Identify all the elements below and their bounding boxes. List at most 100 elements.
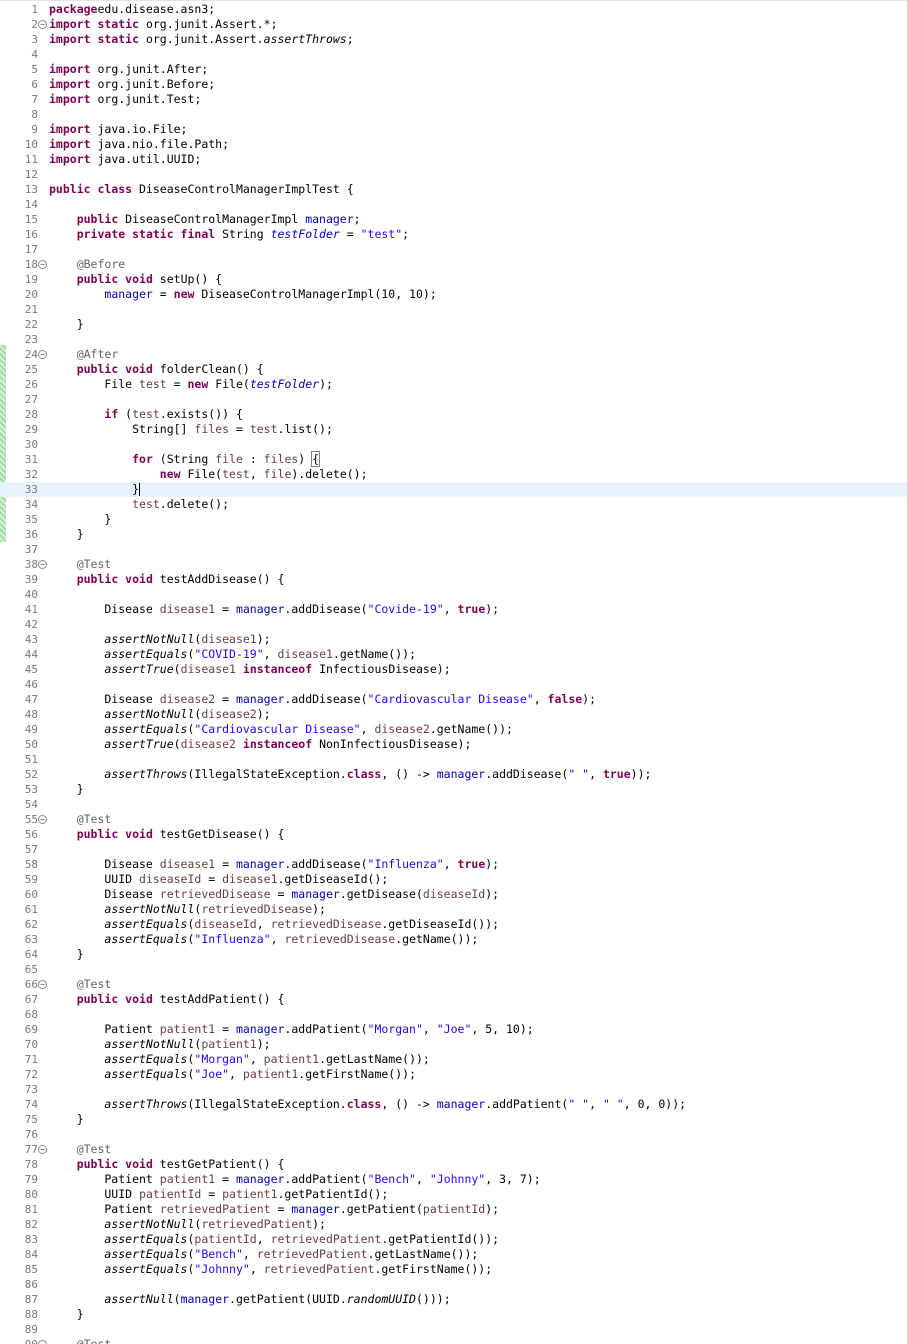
code-line[interactable]: 1 packageedu.disease.asn3; [0,2,907,17]
line-code[interactable]: } [49,1112,84,1127]
code-line[interactable]: 76 [0,1127,907,1142]
line-code[interactable]: public void testGetPatient() { [49,1157,285,1172]
line-code[interactable]: Patient patient1 = manager.addPatient("M… [49,1022,533,1037]
code-line[interactable]: 54 [0,797,907,812]
code-line[interactable]: 67 public void testAddPatient() { [0,992,907,1007]
code-line[interactable]: 15 public DiseaseControlManagerImpl mana… [0,212,907,227]
code-line[interactable]: 37 [0,542,907,557]
line-code[interactable]: assertNotNull(disease2); [49,707,270,722]
line-code[interactable]: assertNotNull(disease1); [49,632,270,647]
code-line[interactable]: 55 @Test [0,812,907,827]
code-line[interactable]: 87 assertNull(manager.getPatient(UUID.ra… [0,1292,907,1307]
fold-collapse-icon[interactable] [38,260,47,269]
line-code[interactable]: assertEquals("COVID-19", disease1.getNam… [49,647,416,662]
code-line[interactable]: 53 } [0,782,907,797]
line-code[interactable]: import java.util.UUID; [49,152,201,167]
line-code[interactable]: @Test [49,1337,112,1344]
line-code[interactable]: assertNotNull(retrievedDisease); [49,902,326,917]
line-code[interactable]: assertTrue(disease1 instanceof Infectiou… [49,662,450,677]
line-code[interactable]: UUID diseaseId = disease1.getDiseaseId()… [49,872,388,887]
line-code[interactable]: String[] files = test.list(); [49,422,333,437]
fold-collapse-icon[interactable] [38,1340,47,1344]
code-line[interactable]: 42 [0,617,907,632]
fold-collapse-icon[interactable] [38,1145,47,1154]
fold-collapse-icon[interactable] [38,815,47,824]
line-code[interactable]: assertEquals("Johnny", retrievedPatient.… [49,1262,492,1277]
code-line[interactable]: 38 @Test [0,557,907,572]
line-code[interactable]: Disease disease2 = manager.addDisease("C… [49,692,596,707]
code-line[interactable]: 74 assertThrows(IllegalStateException.cl… [0,1097,907,1112]
line-code[interactable]: Disease disease1 = manager.addDisease("I… [49,857,499,872]
line-code[interactable]: @Test [49,557,112,572]
code-line[interactable]: 83 assertEquals(patientId, retrievedPati… [0,1232,907,1247]
code-line[interactable]: 25 public void folderClean() { [0,362,907,377]
line-code[interactable]: new File(test, file).delete(); [49,467,368,482]
line-code[interactable]: import java.nio.file.Path; [49,137,229,152]
code-line[interactable]: 44 assertEquals("COVID-19", disease1.get… [0,647,907,662]
code-line[interactable]: 75 } [0,1112,907,1127]
line-code[interactable]: assertThrows(IllegalStateException.class… [49,1097,686,1112]
code-line[interactable]: 14 [0,197,907,212]
code-line[interactable]: 57 [0,842,907,857]
code-line[interactable]: 36 } [0,527,907,542]
code-line[interactable]: 56 public void testGetDisease() { [0,827,907,842]
line-code[interactable]: public void testAddPatient() { [49,992,285,1007]
code-line[interactable]: 69 Patient patient1 = manager.addPatient… [0,1022,907,1037]
code-line[interactable]: 77 @Test [0,1142,907,1157]
code-line[interactable]: 65 [0,962,907,977]
line-code[interactable]: assertThrows(IllegalStateException.class… [49,767,651,782]
code-line[interactable]: 81 Patient retrievedPatient = manager.ge… [0,1202,907,1217]
code-line[interactable]: 20 manager = new DiseaseControlManagerIm… [0,287,907,302]
code-line[interactable]: 45 assertTrue(disease1 instanceof Infect… [0,662,907,677]
line-code[interactable]: import java.io.File; [49,122,187,137]
code-line[interactable]: 90 @Test [0,1337,907,1344]
line-code[interactable]: Patient patient1 = manager.addPatient("B… [49,1172,540,1187]
code-line[interactable]: 11 import java.util.UUID; [0,152,907,167]
fold-collapse-icon[interactable] [38,980,47,989]
line-code[interactable]: @Test [49,812,112,827]
line-code[interactable]: public void setUp() { [49,272,222,287]
code-line[interactable]: 62 assertEquals(diseaseId, retrievedDise… [0,917,907,932]
line-code[interactable]: assertNull(manager.getPatient(UUID.rando… [49,1292,450,1307]
code-line[interactable]: 70 assertNotNull(patient1); [0,1037,907,1052]
line-code[interactable]: } [49,317,84,332]
line-code[interactable]: } [49,782,84,797]
code-line[interactable]: 86 [0,1277,907,1292]
code-line[interactable]: 41 Disease disease1 = manager.addDisease… [0,602,907,617]
code-line[interactable]: 71 assertEquals("Morgan", patient1.getLa… [0,1052,907,1067]
code-line[interactable]: 30 [0,437,907,452]
line-code[interactable]: } [49,527,84,542]
code-editor[interactable]: 1 packageedu.disease.asn3; 2 import static … [0,0,907,1344]
line-code[interactable]: assertEquals("Bench", retrievedPatient.g… [49,1247,478,1262]
code-line[interactable]: 64 } [0,947,907,962]
line-code[interactable]: assertNotNull(patient1); [49,1037,270,1052]
code-line[interactable]: 12 [0,167,907,182]
code-line[interactable]: 43 assertNotNull(disease1); [0,632,907,647]
line-code[interactable]: public class DiseaseControlManagerImplTe… [49,182,354,197]
code-line[interactable]: 17 [0,242,907,257]
line-code[interactable]: public void testGetDisease() { [49,827,285,842]
code-line[interactable]: 19 public void setUp() { [0,272,907,287]
code-line[interactable]: 13 public class DiseaseControlManagerImpl… [0,182,907,197]
code-line[interactable]: 47 Disease disease2 = manager.addDisease… [0,692,907,707]
code-line[interactable]: 5 import org.junit.After; [0,62,907,77]
code-line[interactable]: 61 assertNotNull(retrievedDisease); [0,902,907,917]
line-code[interactable]: assertEquals("Influenza", retrievedDisea… [49,932,478,947]
line-code[interactable]: @After [49,347,119,362]
line-code[interactable]: import org.junit.Before; [49,77,215,92]
code-line[interactable]: 6 import org.junit.Before; [0,77,907,92]
code-line[interactable]: 21 [0,302,907,317]
code-line[interactable]: 3 import static org.junit.Assert.assertTh… [0,32,907,47]
code-line[interactable]: 49 assertEquals("Cardiovascular Disease"… [0,722,907,737]
fold-collapse-icon[interactable] [38,560,47,569]
code-line[interactable]: 89 [0,1322,907,1337]
code-line[interactable]: 2 import static org.junit.Assert.*; [0,17,907,32]
code-line[interactable]: 33 } [0,482,907,497]
line-code[interactable]: assertNotNull(retrievedPatient); [49,1217,326,1232]
line-code[interactable]: private static final String testFolder =… [49,227,409,242]
line-code[interactable]: public DiseaseControlManagerImpl manager… [49,212,361,227]
code-lines[interactable]: 1 packageedu.disease.asn3; 2 import static … [0,2,907,1344]
code-line[interactable]: 7 import org.junit.Test; [0,92,907,107]
code-line[interactable]: 22 } [0,317,907,332]
code-line[interactable]: 8 [0,107,907,122]
